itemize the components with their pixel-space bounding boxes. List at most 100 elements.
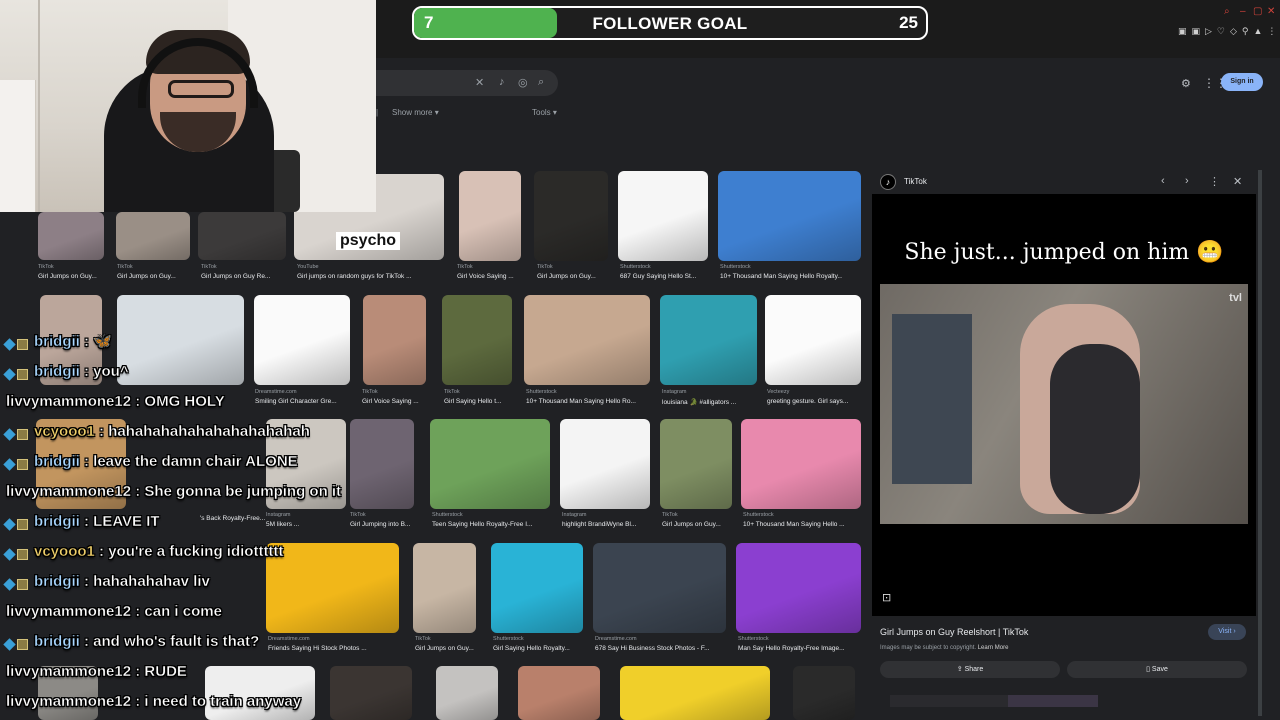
clear-search-icon[interactable]: ✕ xyxy=(475,76,484,89)
image-result-thumbnail[interactable] xyxy=(350,419,414,509)
image-result-thumbnail[interactable] xyxy=(491,543,583,633)
image-result-thumbnail[interactable] xyxy=(620,666,770,720)
chat-username[interactable]: bridgii xyxy=(34,453,80,470)
cube-badge-icon xyxy=(3,547,16,561)
preview-title[interactable]: Girl Jumps on Guy Reelshort | TikTok xyxy=(880,627,1028,637)
preview-image[interactable]: She just... jumped on him 😬 tvl ⊡ xyxy=(872,194,1256,616)
chat-username[interactable]: bridgii xyxy=(34,573,80,590)
chat-message: livvymammone12 : i need to train anyway xyxy=(6,692,302,720)
filter-show-more[interactable]: Show more ▾ xyxy=(392,108,439,117)
image-result-thumbnail[interactable] xyxy=(459,171,521,261)
image-result-caption[interactable]: Shutterstock Teen Saying Hello Royalty-Fr… xyxy=(432,512,554,528)
image-result-thumbnail[interactable] xyxy=(741,419,861,509)
chat-text: : LEAVE IT xyxy=(84,513,160,530)
image-result-thumbnail[interactable] xyxy=(330,666,412,720)
image-result-thumbnail[interactable] xyxy=(736,543,861,633)
chat-username[interactable]: bridgii xyxy=(34,363,80,380)
image-result-thumbnail[interactable] xyxy=(266,543,399,633)
image-result-thumbnail[interactable] xyxy=(413,543,476,633)
image-result-thumbnail[interactable] xyxy=(660,295,757,385)
image-result-caption[interactable]: Dreamstime.com Smiling Girl Character Gre… xyxy=(255,389,377,405)
image-search-icon[interactable]: ◎ xyxy=(518,76,528,89)
image-result-thumbnail[interactable] xyxy=(618,171,708,261)
image-result-thumbnail[interactable] xyxy=(718,171,861,261)
image-result-thumbnail[interactable] xyxy=(765,295,861,385)
chat-username[interactable]: bridgii xyxy=(34,513,80,530)
chat-message: livvymammone12 : RUDE xyxy=(6,662,187,692)
close-icon[interactable]: ✕ xyxy=(1233,175,1242,188)
maximize-icon[interactable]: ▢ xyxy=(1253,6,1262,17)
chat-badges xyxy=(3,334,30,354)
share-button[interactable]: ⇪ Share xyxy=(880,661,1060,678)
search-icon[interactable]: ⌕ xyxy=(1224,6,1230,17)
image-result-caption[interactable]: Dreamstime.com Friends Saying Hi Stock Ph… xyxy=(268,636,390,652)
search-submit-icon[interactable]: ⌕ xyxy=(538,76,544,89)
chat-username[interactable]: livvymammone12 xyxy=(6,393,131,410)
chevron-left-icon[interactable]: ‹ xyxy=(1161,175,1165,187)
image-result-thumbnail[interactable] xyxy=(363,295,426,385)
image-result-caption[interactable]: Shutterstock 10+ Thousand Man Saying Hell… xyxy=(526,389,648,405)
image-result-thumbnail[interactable] xyxy=(116,212,190,260)
voice-search-icon[interactable]: ♪ xyxy=(499,76,505,88)
image-result-caption[interactable]: Vecteezy greeting gesture. Girl says... xyxy=(767,389,889,405)
chat-text: : RUDE xyxy=(135,663,187,680)
image-result-thumbnail[interactable] xyxy=(430,419,550,509)
extension-icons[interactable]: ▣▣▷♡◇⚲▲⋮ xyxy=(1178,26,1280,37)
chat-username[interactable]: bridgii xyxy=(34,333,80,350)
scrollbar[interactable] xyxy=(1258,170,1262,716)
image-result-caption[interactable]: Shutterstock Man Say Hello Royalty-Free I… xyxy=(738,636,860,652)
image-result-caption[interactable]: YouTube Girl jumps on random guys for Tik… xyxy=(297,264,419,280)
tile-overlay-text: psycho xyxy=(336,232,401,250)
more-options-icon[interactable]: ⋮ xyxy=(1209,175,1220,188)
cube-badge-icon xyxy=(3,367,16,381)
chat-username[interactable]: livvymammone12 xyxy=(6,693,131,710)
image-result-thumbnail[interactable] xyxy=(660,419,732,509)
image-result-thumbnail[interactable] xyxy=(198,212,286,260)
chevron-right-icon[interactable]: › xyxy=(1185,175,1189,187)
related-thumbnail[interactable] xyxy=(1008,695,1098,707)
image-result-thumbnail[interactable] xyxy=(560,419,650,509)
image-result-caption[interactable]: Shutterstock 10+ Thousand Man Saying Hell… xyxy=(720,264,842,280)
image-result-thumbnail[interactable] xyxy=(534,171,608,261)
chat-message: bridgii : hahahahahav liv xyxy=(0,572,210,602)
image-result-thumbnail[interactable] xyxy=(117,295,244,385)
close-window-icon[interactable]: ✕ xyxy=(1267,6,1275,17)
avatar-badge-icon xyxy=(17,548,28,560)
chat-message: vcyooo1 : hahahahahahahahahahahah xyxy=(0,422,310,452)
chat-username[interactable]: livvymammone12 xyxy=(6,603,131,620)
preview-source[interactable]: TikTok xyxy=(904,177,927,186)
sign-in-button[interactable]: Sign in xyxy=(1221,73,1263,91)
chat-username[interactable]: livvymammone12 xyxy=(6,663,131,680)
save-button[interactable]: ▯ Save xyxy=(1067,661,1247,678)
chat-text: : She gonna be jumping on it xyxy=(135,483,342,500)
chat-username[interactable]: livvymammone12 xyxy=(6,483,131,500)
image-result-caption[interactable]: Instagram louisiana 🐊 #alligators ... xyxy=(662,389,784,406)
image-result-thumbnail[interactable] xyxy=(793,666,855,720)
image-result-thumbnail[interactable] xyxy=(442,295,512,385)
learn-more-link[interactable]: Learn More xyxy=(978,645,1009,651)
image-result-thumbnail[interactable] xyxy=(436,666,498,720)
gear-icon[interactable]: ⚙ xyxy=(1181,77,1191,90)
image-result-thumbnail[interactable] xyxy=(518,666,600,720)
image-result-thumbnail[interactable] xyxy=(524,295,650,385)
result-title: 10+ Thousand Man Saying Hello Royalty... xyxy=(720,273,842,280)
chat-username[interactable]: bridgii xyxy=(34,633,80,650)
search-box[interactable]: ✕ ♪ ◎ ⌕ xyxy=(376,70,558,96)
chat-message: livvymammone12 : She gonna be jumping on… xyxy=(6,482,341,512)
filter-tools[interactable]: Tools ▾ xyxy=(532,108,557,117)
image-result-thumbnail[interactable] xyxy=(254,295,350,385)
chat-username[interactable]: vcyooo1 xyxy=(34,423,95,440)
result-source: Vecteezy xyxy=(767,389,790,395)
result-source: Shutterstock xyxy=(526,389,557,395)
chat-text: : you're a fucking idiotttttt xyxy=(99,543,284,560)
image-result-caption[interactable]: Shutterstock 10+ Thousand Man Saying Hell… xyxy=(743,512,865,528)
result-source: Dreamstime.com xyxy=(595,636,637,642)
minimize-icon[interactable]: – xyxy=(1240,6,1246,17)
visit-button[interactable]: Visit › xyxy=(1208,624,1246,640)
image-result-caption[interactable]: Dreamstime.com 678 Say Hi Business Stock … xyxy=(595,636,717,652)
image-result-thumbnail[interactable] xyxy=(593,543,726,633)
lens-icon[interactable]: ⊡ xyxy=(882,591,891,604)
image-result-thumbnail[interactable] xyxy=(38,212,104,260)
chat-username[interactable]: vcyooo1 xyxy=(34,543,95,560)
chat-badges xyxy=(3,514,30,534)
